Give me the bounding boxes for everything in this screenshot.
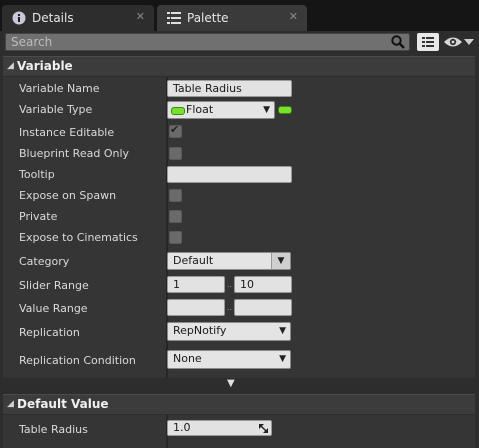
slider-range-min-field[interactable]: 1 <box>167 276 225 293</box>
tab-palette-label: Palette <box>187 11 229 25</box>
eye-icon <box>444 37 462 47</box>
details-info-icon <box>12 11 26 25</box>
tab-strip: Details ✕ Palette ✕ <box>0 0 479 31</box>
advanced-expand-strip[interactable]: ▼ <box>3 378 475 391</box>
tooltip-label: Tooltip <box>19 168 55 181</box>
value-range-min-field[interactable] <box>167 299 225 316</box>
property-row-table-radius: Table Radius 1.0 <box>3 415 475 441</box>
category-dropdown[interactable]: Default ▼ <box>167 252 291 270</box>
visibility-filter-button[interactable] <box>443 34 475 50</box>
chevron-down-icon: ▼ <box>271 253 290 269</box>
expose-on-spawn-checkbox[interactable] <box>169 189 182 202</box>
grid-list-icon <box>422 37 434 47</box>
checkmark-icon: ✔ <box>170 123 180 136</box>
variable-category-title: Variable <box>17 59 73 73</box>
table-radius-value: 1.0 <box>173 421 191 434</box>
variable-name-field[interactable]: Table Radius <box>167 80 292 97</box>
value-range-label: Value Range <box>19 302 88 315</box>
private-label: Private <box>19 210 58 223</box>
default-value-category-header[interactable]: ◢ Default Value <box>3 394 475 414</box>
slider-range-label: Slider Range <box>19 279 89 292</box>
chevron-down-icon: ▼ <box>279 326 286 336</box>
container-type-pin-icon[interactable] <box>278 106 292 114</box>
range-separator: .. <box>227 280 233 289</box>
property-row-tooltip: Tooltip <box>3 163 475 184</box>
property-row-private: Private <box>3 205 475 226</box>
range-separator: .. <box>227 303 233 312</box>
property-row-instance-editable: Instance Editable ✔ <box>3 121 475 142</box>
close-icon[interactable]: ✕ <box>136 10 145 23</box>
replication-condition-value: None <box>173 352 202 365</box>
instance-editable-checkbox[interactable]: ✔ <box>169 123 182 138</box>
value-range-max-field[interactable] <box>234 299 292 316</box>
tab-palette[interactable]: Palette ✕ <box>157 5 307 31</box>
table-radius-field[interactable]: 1.0 <box>167 420 272 436</box>
table-radius-label: Table Radius <box>19 423 88 436</box>
variable-properties: Variable Name Table Radius Variable Type… <box>3 77 475 378</box>
chevron-down-icon: ▼ <box>279 354 286 364</box>
tab-details[interactable]: Details ✕ <box>2 5 154 31</box>
variable-type-value: Float <box>186 103 214 116</box>
slider-range-max-field[interactable]: 10 <box>234 276 292 293</box>
property-row-variable-name: Variable Name Table Radius <box>3 77 475 98</box>
chevron-down-icon <box>464 39 474 45</box>
property-row-replication-condition: Replication Condition None ▼ <box>3 344 475 376</box>
replication-condition-label: Replication Condition <box>19 354 136 367</box>
chevron-down-icon: ▼ <box>263 105 270 115</box>
close-icon[interactable]: ✕ <box>289 10 298 23</box>
variable-category-header[interactable]: ◢ Variable <box>3 56 475 76</box>
category-label: Category <box>19 255 70 268</box>
property-row-replication: Replication RepNotify ▼ <box>3 317 475 344</box>
view-options-button[interactable] <box>417 33 439 51</box>
search-input[interactable]: Search <box>5 33 410 51</box>
details-panel: Search ◢ Variable Variable Name Table Ra… <box>0 31 479 448</box>
default-value-properties: Table Radius 1.0 <box>3 415 475 448</box>
variable-name-label: Variable Name <box>19 82 100 95</box>
collapse-arrow-icon: ◢ <box>7 399 14 409</box>
property-row-blueprint-read-only: Blueprint Read Only <box>3 142 475 163</box>
variable-type-label: Variable Type <box>19 103 93 116</box>
collapse-arrow-icon: ◢ <box>7 61 14 71</box>
tooltip-field[interactable] <box>167 166 292 183</box>
property-row-slider-range: Slider Range 1 .. 10 <box>3 272 475 295</box>
variable-type-dropdown[interactable]: Float ▼ <box>167 101 275 119</box>
replication-condition-dropdown[interactable]: None ▼ <box>167 350 291 369</box>
palette-list-icon <box>167 12 181 24</box>
expose-to-cinematics-label: Expose to Cinematics <box>19 231 138 244</box>
property-row-expose-to-cinematics: Expose to Cinematics <box>3 226 475 247</box>
blueprint-read-only-checkbox[interactable] <box>169 147 182 160</box>
property-row-variable-type: Variable Type Float ▼ <box>3 98 475 121</box>
default-value-category-title: Default Value <box>17 397 109 411</box>
instance-editable-label: Instance Editable <box>19 126 115 139</box>
replication-dropdown[interactable]: RepNotify ▼ <box>167 322 291 341</box>
private-checkbox[interactable] <box>169 210 182 223</box>
replication-value: RepNotify <box>173 324 227 337</box>
property-row-category: Category Default ▼ <box>3 247 475 272</box>
property-row-value-range: Value Range .. <box>3 295 475 317</box>
blueprint-read-only-label: Blueprint Read Only <box>19 147 130 160</box>
drag-resize-icon[interactable] <box>259 424 268 433</box>
replication-label: Replication <box>19 326 80 339</box>
expose-on-spawn-label: Expose on Spawn <box>19 189 117 202</box>
tab-details-label: Details <box>32 11 74 25</box>
expose-to-cinematics-checkbox[interactable] <box>169 231 182 244</box>
category-value: Default <box>173 254 214 267</box>
property-row-expose-on-spawn: Expose on Spawn <box>3 184 475 205</box>
float-pin-icon <box>171 107 185 115</box>
expand-advanced-icon[interactable]: ▼ <box>227 378 235 389</box>
search-icon[interactable] <box>391 35 405 49</box>
